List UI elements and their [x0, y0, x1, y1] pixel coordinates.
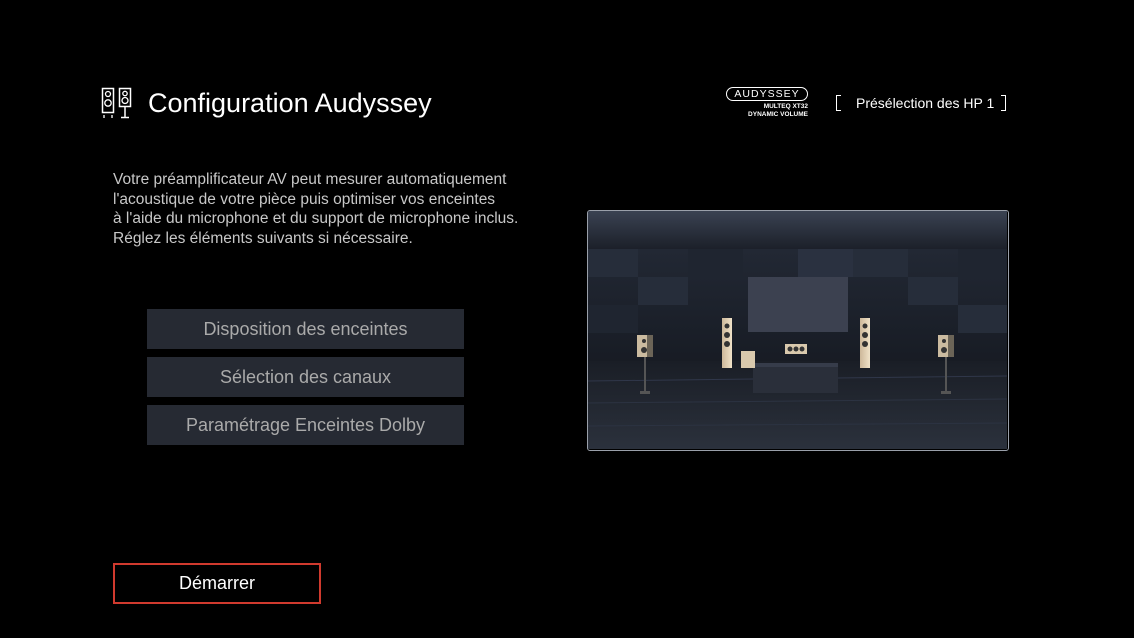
- bracket-right-icon: [1001, 95, 1007, 111]
- audyssey-multeq-label: MULTEQ XT32: [763, 103, 808, 110]
- page-title: Configuration Audyssey: [148, 88, 432, 118]
- audyssey-setup-screen: Configuration Audyssey AUDYSSEY MULTEQ X…: [0, 0, 1134, 638]
- speaker-layout-button[interactable]: Disposition des enceintes: [147, 309, 464, 349]
- description-line: Votre préamplificateur AV peut mesurer a…: [113, 171, 507, 188]
- audyssey-brand: AUDYSSEY: [726, 87, 808, 101]
- speaker-preset-indicator: Présélection des HP 1: [836, 93, 1007, 113]
- speaker-preset-label: Présélection des HP 1: [856, 95, 995, 111]
- dolby-speaker-setup-button[interactable]: Paramétrage Enceintes Dolby: [147, 405, 464, 445]
- speakers-icon: [101, 87, 133, 119]
- description-line: à l'aide du microphone et du support de …: [113, 210, 519, 227]
- description-line: l'acoustique de votre pièce puis optimis…: [113, 190, 496, 208]
- start-button[interactable]: Démarrer: [113, 563, 321, 604]
- setup-description: Votre préamplificateur AV peut mesurer a…: [113, 170, 583, 248]
- bracket-left-icon: [836, 95, 841, 111]
- channel-selection-button[interactable]: Sélection des canaux: [147, 357, 464, 397]
- audyssey-logo: AUDYSSEY MULTEQ XT32 DYNAMIC VOLUME: [724, 87, 812, 120]
- description-line: Réglez les éléments suivants si nécessai…: [113, 229, 413, 247]
- audyssey-dynamic-volume-label: DYNAMIC VOLUME: [748, 111, 808, 118]
- room-illustration: [587, 210, 1009, 451]
